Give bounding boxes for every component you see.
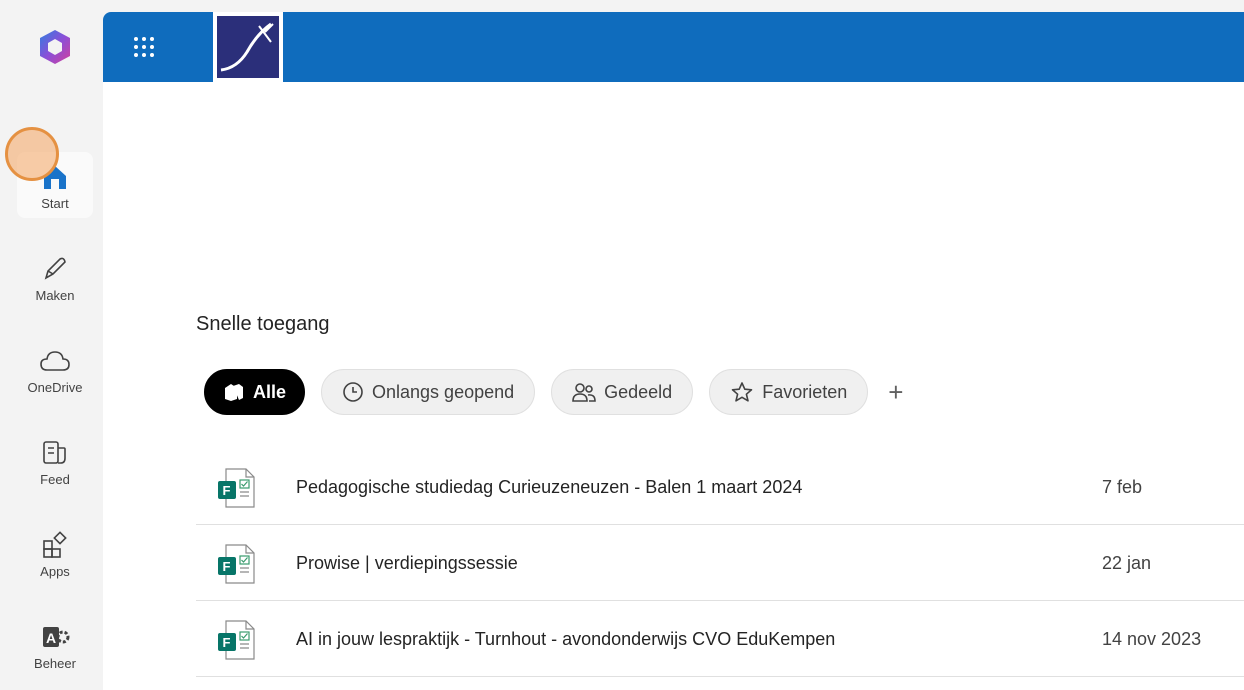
- file-name: AI in jouw lespraktijk - Turnhout - avon…: [296, 629, 836, 649]
- file-date: 14 nov 2023: [1102, 629, 1202, 649]
- filter-all-button[interactable]: Alle: [204, 369, 306, 415]
- forms-icon: F: [216, 619, 258, 661]
- rail-item-label: Maken: [35, 288, 75, 303]
- quick-access-title: Snelle toegang: [196, 313, 330, 335]
- file-list: F Pedagogische studiedag Curieuzeneuzen …: [196, 449, 1244, 677]
- rail-item-maken[interactable]: Maken: [17, 244, 93, 310]
- forms-icon: F: [216, 467, 258, 509]
- left-rail: Start Maken OneDrive Feed Apps A Beheer: [0, 0, 103, 690]
- rail-item-label: Beheer: [34, 656, 76, 671]
- rail-item-label: OneDrive: [27, 380, 83, 395]
- filter-favorites-button[interactable]: Favorieten: [709, 369, 869, 415]
- filter-label: Favorieten: [762, 381, 848, 402]
- add-filter-button[interactable]: +: [888, 377, 903, 408]
- svg-text:F: F: [223, 559, 231, 574]
- filter-pills: Alle Onlangs geopend Gedeeld Favorieten …: [204, 369, 903, 415]
- click-indicator: [5, 127, 59, 181]
- clock-icon: [343, 382, 363, 402]
- file-row[interactable]: F Prowise | verdiepingssessie 22 jan: [196, 525, 1244, 601]
- rail-item-label: Feed: [40, 472, 70, 487]
- file-name: Prowise | verdiepingssessie: [296, 553, 518, 573]
- cloud-icon: [38, 344, 72, 378]
- star-icon: [731, 382, 753, 402]
- people-icon: [572, 383, 596, 402]
- filter-label: Alle: [253, 381, 287, 402]
- rail-item-feed[interactable]: Feed: [17, 428, 93, 494]
- feed-icon: [38, 436, 72, 470]
- rail-item-label: Apps: [40, 564, 70, 579]
- rail-item-beheer[interactable]: A Beheer: [17, 612, 93, 678]
- pen-icon: [38, 252, 72, 286]
- all-icon: [225, 384, 243, 401]
- filter-label: Gedeeld: [604, 381, 673, 402]
- top-header-bar: [103, 12, 1244, 82]
- file-row[interactable]: F Pedagogische studiedag Curieuzeneuzen …: [196, 449, 1244, 525]
- svg-text:F: F: [223, 635, 231, 650]
- organization-logo-icon[interactable]: [213, 12, 283, 82]
- file-date: 22 jan: [1102, 553, 1152, 573]
- rail-item-onedrive[interactable]: OneDrive: [17, 336, 93, 402]
- file-row[interactable]: F AI in jouw lespraktijk - Turnhout - av…: [196, 601, 1244, 677]
- m365-logo-icon[interactable]: [36, 28, 74, 66]
- forms-icon: F: [216, 543, 258, 585]
- app-launcher-waffle-icon[interactable]: [127, 30, 161, 64]
- file-name: Pedagogische studiedag Curieuzeneuzen - …: [296, 477, 803, 497]
- svg-text:F: F: [223, 483, 231, 498]
- filter-recent-button[interactable]: Onlangs geopend: [321, 369, 536, 415]
- svg-text:A: A: [46, 630, 56, 646]
- filter-label: Onlangs geopend: [372, 381, 515, 402]
- rail-item-label: Start: [41, 196, 69, 211]
- admin-icon: A: [38, 620, 72, 654]
- filter-shared-button[interactable]: Gedeeld: [551, 369, 694, 415]
- file-date: 7 feb: [1102, 477, 1143, 497]
- main-panel: Snelle toegang Alle Onlangs geopend Gede…: [103, 12, 1244, 690]
- rail-item-apps[interactable]: Apps: [17, 520, 93, 586]
- apps-icon: [38, 528, 72, 562]
